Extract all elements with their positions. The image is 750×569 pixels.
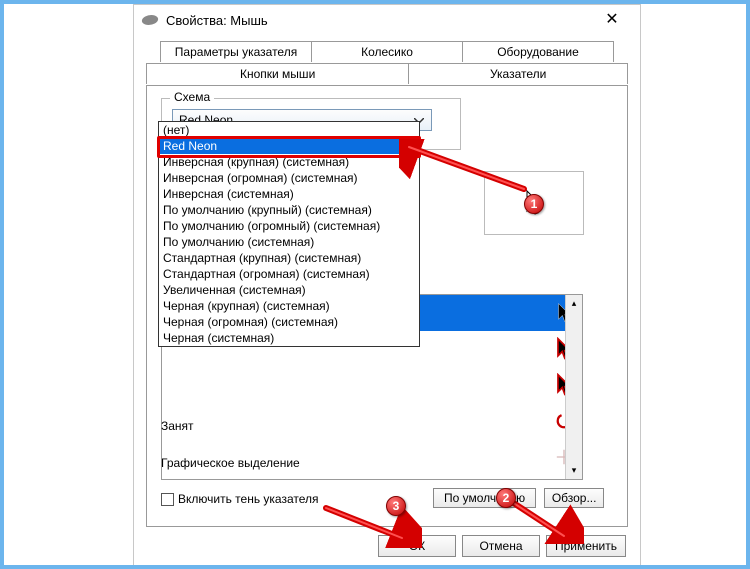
scheme-option[interactable]: По умолчанию (огромный) (системная)	[159, 218, 419, 234]
shadow-checkbox[interactable]	[161, 493, 174, 506]
callout-1: 1	[524, 194, 544, 214]
scheme-legend: Схема	[170, 90, 214, 104]
scheme-dropdown-list[interactable]: (нет) Red Neon Инверсная (крупная) (сист…	[158, 121, 420, 347]
scheme-option[interactable]: Инверсная (крупная) (системная)	[159, 154, 419, 170]
scheme-option[interactable]: Черная (системная)	[159, 330, 419, 346]
scroll-up-icon[interactable]: ▴	[566, 295, 582, 312]
scheme-option[interactable]: Черная (крупная) (системная)	[159, 298, 419, 314]
scrollbar[interactable]: ▴ ▾	[565, 295, 582, 479]
cursor-list-row[interactable]	[162, 403, 582, 439]
cursor-list-row[interactable]	[162, 367, 582, 403]
callout-2: 2	[496, 488, 516, 508]
mouse-icon	[141, 15, 160, 25]
titlebar: Свойства: Мышь ✕	[134, 5, 640, 35]
scroll-down-icon[interactable]: ▾	[566, 462, 582, 479]
mouse-properties-window: Свойства: Мышь ✕ Параметры указателя Кол…	[133, 4, 641, 567]
scheme-option[interactable]: Увеличенная (системная)	[159, 282, 419, 298]
tab-pointer-options[interactable]: Параметры указателя	[160, 41, 312, 62]
scheme-option[interactable]: По умолчанию (крупный) (системная)	[159, 202, 419, 218]
default-button[interactable]: По умолчанию	[433, 488, 536, 508]
tab-hardware[interactable]: Оборудование	[463, 41, 614, 62]
tab-pointers[interactable]: Указатели	[409, 63, 628, 84]
graphic-selection-label: Графическое выделение	[161, 456, 300, 470]
scheme-option[interactable]: Стандартная (огромная) (системная)	[159, 266, 419, 282]
close-button[interactable]: ✕	[592, 12, 632, 28]
browse-button[interactable]: Обзор...	[544, 488, 604, 508]
tab-buttons[interactable]: Кнопки мыши	[146, 63, 409, 84]
scheme-option[interactable]: Стандартная (крупная) (системная)	[159, 250, 419, 266]
shadow-checkbox-label: Включить тень указателя	[178, 492, 319, 506]
scheme-option[interactable]: Черная (огромная) (системная)	[159, 314, 419, 330]
scheme-option[interactable]: Инверсная (огромная) (системная)	[159, 170, 419, 186]
dialog-footer: ОК Отмена Применить	[134, 526, 640, 566]
scheme-option[interactable]: По умолчанию (системная)	[159, 234, 419, 250]
scheme-option[interactable]: Инверсная (системная)	[159, 186, 419, 202]
scheme-option[interactable]: (нет)	[159, 122, 419, 138]
tab-wheel[interactable]: Колесико	[312, 41, 463, 62]
ok-button[interactable]: ОК	[378, 535, 456, 557]
callout-3: 3	[386, 496, 406, 516]
cancel-button[interactable]: Отмена	[462, 535, 540, 557]
window-title: Свойства: Мышь	[166, 13, 592, 28]
scheme-option-selected[interactable]: Red Neon	[159, 138, 419, 154]
apply-button[interactable]: Применить	[546, 535, 626, 557]
tab-strip: Параметры указателя Колесико Оборудовани…	[146, 41, 628, 85]
busy-label: Занят	[161, 419, 194, 433]
